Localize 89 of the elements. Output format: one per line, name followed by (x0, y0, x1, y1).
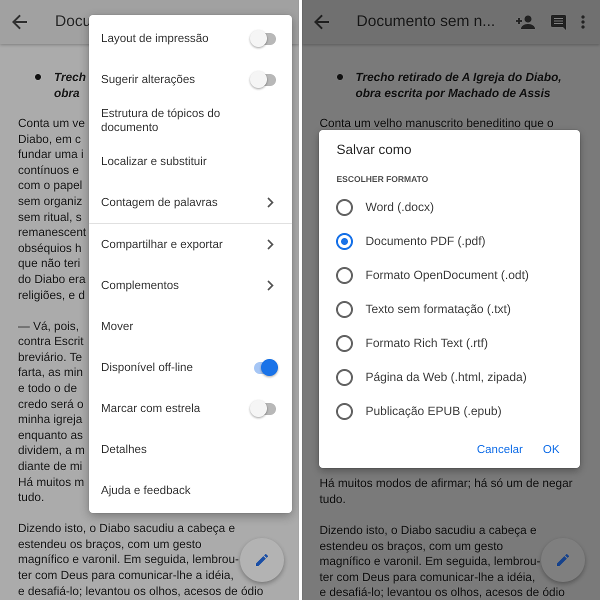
document-text: Dizendo isto, o Diabo sacudiu a cabeça e (320, 523, 537, 539)
radio-button[interactable] (336, 198, 352, 216)
menu-item[interactable]: Compartilhar e exportar (89, 224, 292, 265)
document-text: breviário. Te (18, 350, 82, 366)
document-text: ter com Deus para comunicar-lhe a idéia, (320, 570, 536, 586)
menu-item[interactable]: Estrutura de tópicos do documento (89, 100, 292, 141)
toggle-switch[interactable] (250, 70, 278, 88)
document-text: remanescent (18, 225, 86, 241)
bullet-icon (35, 74, 41, 80)
pencil-icon (555, 552, 571, 568)
format-option[interactable]: Formato OpenDocument (.odt) (318, 258, 529, 292)
menu-item[interactable]: Contagem de palavras (89, 182, 292, 223)
back-arrow-icon[interactable] (12, 14, 28, 30)
radio-button[interactable] (336, 334, 352, 352)
document-text: diante de mi (18, 458, 82, 475)
document-text: tudo. (18, 490, 44, 506)
document-text: Há muitos m (18, 474, 84, 490)
bullet-icon (336, 74, 342, 80)
menu-item[interactable]: Localizar e substituir (89, 141, 292, 182)
document-title: Documento sem n... (356, 13, 496, 31)
document-text: religiões, e d (18, 288, 85, 304)
toggle-switch[interactable] (250, 400, 278, 418)
document-text: Dizendo isto, o Diabo sacudiu a cabeça e (18, 521, 236, 537)
radio-button[interactable] (336, 232, 352, 250)
back-arrow-icon[interactable] (314, 14, 330, 30)
document-text: e todo o de (18, 381, 78, 397)
radio-button[interactable] (336, 266, 352, 284)
document-text: Diabo, em c (18, 132, 81, 148)
document-text: Há muitos modos de afirmar; há só um de negar (320, 476, 573, 492)
document-text: — Vá, pois, (18, 318, 79, 334)
document-text: com o papel (18, 178, 82, 194)
document-text: contra Escrit (18, 334, 84, 350)
menu-item[interactable]: Sugerir alterações (89, 59, 292, 100)
format-option[interactable]: Documento PDF (.pdf) (318, 224, 486, 258)
document-text: Conta um ve (18, 116, 85, 132)
radio-button[interactable] (336, 368, 352, 386)
edit-button[interactable] (541, 538, 585, 582)
radio-button[interactable] (336, 300, 352, 318)
menu-item[interactable]: Complementos (89, 265, 292, 306)
radio-button[interactable] (336, 402, 352, 420)
chevron-right-icon (267, 197, 274, 208)
menu-item[interactable]: Marcar com estrela (89, 388, 292, 429)
bullet-text: Trecho retirado de A Igreja do Diabo, (356, 69, 562, 85)
dialog-button[interactable]: Cancelar (470, 438, 529, 462)
section-label: ESCOLHER FORMATO (336, 174, 428, 184)
document-text: obséquios h (18, 240, 82, 256)
document-text: e desafiá-lo; levantou os olhos, acesos de ódio (320, 585, 565, 600)
menu-item[interactable]: Disponível off-line (89, 347, 292, 388)
document-text: do Diabo era (18, 272, 86, 288)
document-text: que não teri (18, 256, 80, 272)
menu-item[interactable]: Ajuda e feedback (89, 470, 292, 511)
add-person-icon[interactable] (516, 15, 536, 29)
document-text: e desafiá-lo; levantou os olhos, acesos de ódio (18, 584, 264, 600)
format-option[interactable]: Publicação EPUB (.epub) (318, 394, 502, 428)
chevron-right-icon (267, 280, 274, 291)
more-options-icon[interactable] (581, 15, 585, 29)
document-text: magnífico e varonil. Em seguida, lembrou- (18, 552, 239, 568)
bullet-text: obra (54, 85, 80, 101)
document-text: dividem, a m (18, 443, 85, 459)
document-text: credo será o (18, 396, 84, 412)
document-text: tudo. (320, 492, 346, 508)
document-text: contínuos e (18, 162, 79, 178)
format-option[interactable]: Word (.docx) (318, 190, 434, 224)
document-text: sem ritual, s (18, 210, 82, 226)
edit-button[interactable] (240, 538, 284, 582)
dialog-title: Salvar como (336, 142, 412, 157)
format-option[interactable]: Texto sem formatação (.txt) (318, 292, 511, 326)
document-text: magnífico e varonil. Em seguida, lembrou- (320, 554, 540, 570)
comment-icon[interactable] (551, 14, 566, 30)
toggle-switch[interactable] (250, 30, 278, 48)
document-text: estendeu os braços, com um gesto (320, 538, 504, 554)
pencil-icon (254, 552, 270, 568)
menu-item[interactable]: Detalhes (89, 429, 292, 470)
document-text: fundar uma i (18, 147, 84, 163)
format-option[interactable]: Página da Web (.html, zipada) (318, 360, 527, 394)
bullet-text: obra escrita por Machado de Assis (356, 85, 550, 101)
menu-item[interactable]: Layout de impressão (89, 18, 292, 59)
format-option[interactable]: Formato Rich Text (.rtf) (318, 326, 488, 360)
menu-item[interactable]: Mover (89, 306, 292, 347)
document-text: enquanto as (18, 428, 83, 444)
document-text: minha igreja (18, 412, 82, 428)
bullet-text: Trech (54, 69, 86, 85)
document-text: sem organiz (18, 194, 82, 210)
chevron-right-icon (267, 239, 274, 250)
dialog-button[interactable]: OK (536, 438, 566, 462)
document-text: farta, as min (18, 365, 83, 381)
document-text: ter com Deus para comunicar-lhe a idéia, (18, 568, 234, 584)
document-text: estendeu os braços, com um gesto (18, 536, 202, 552)
document-text: Conta um velho manuscrito beneditino que o (320, 116, 554, 132)
